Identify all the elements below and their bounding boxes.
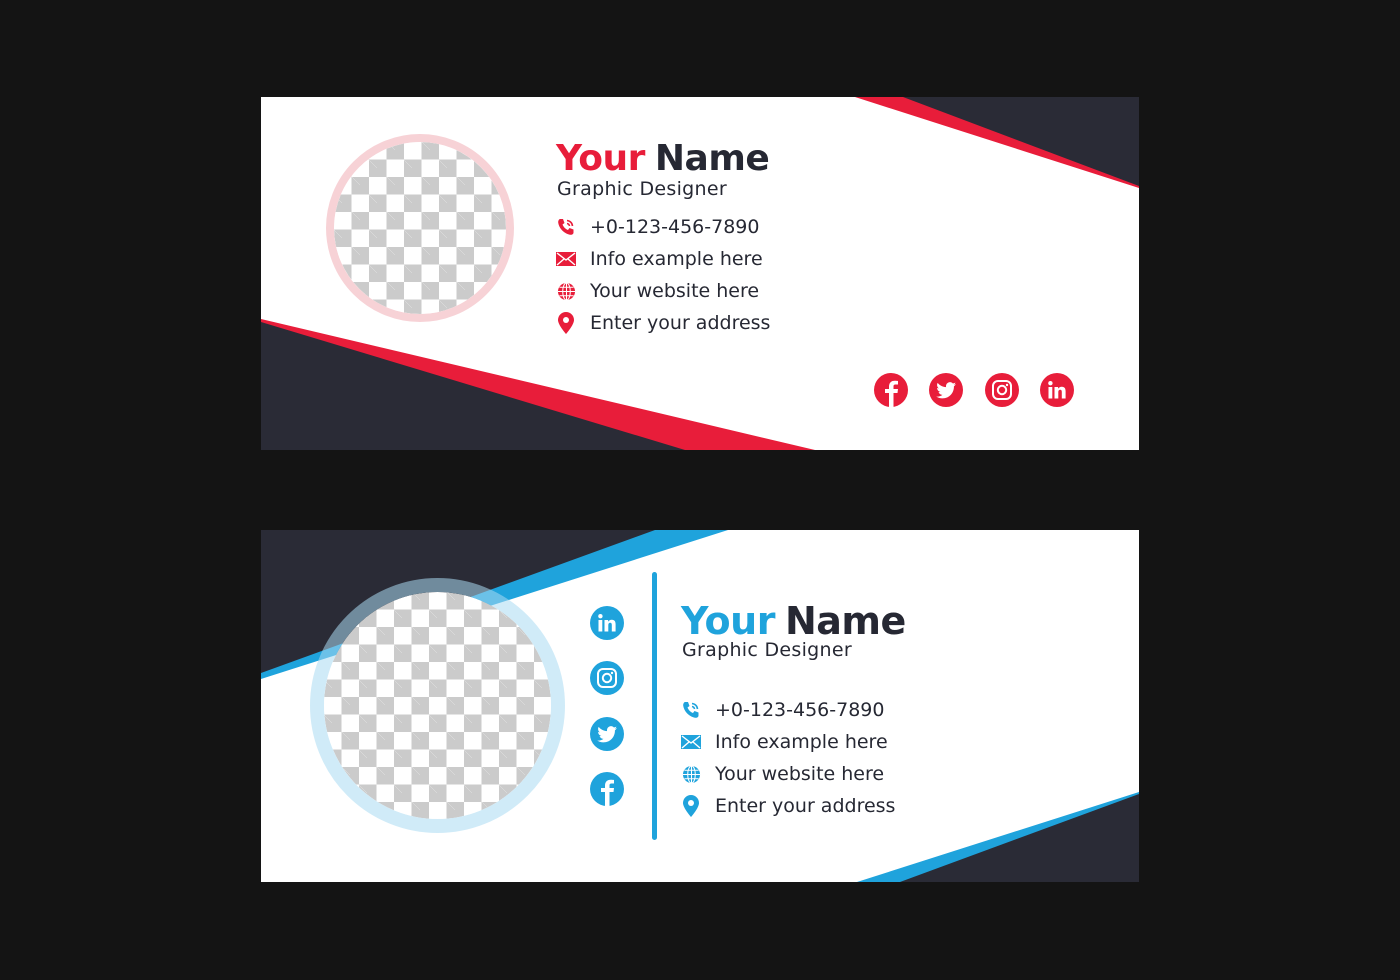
checkerboard-transparent-fill bbox=[324, 592, 551, 819]
contact-text: Your website here bbox=[715, 763, 885, 785]
instagram-button[interactable] bbox=[985, 373, 1019, 407]
profile-photo-placeholder[interactable] bbox=[326, 134, 514, 322]
job-title: Graphic Designer bbox=[682, 639, 852, 661]
twitter-icon bbox=[936, 381, 956, 398]
contact-text: +0-123-456-7890 bbox=[715, 699, 885, 721]
instagram-icon bbox=[597, 668, 617, 688]
contact-text: Info example here bbox=[715, 731, 888, 753]
email-icon bbox=[555, 249, 577, 269]
full-name: Your Name bbox=[681, 602, 906, 640]
email-signature-card-red: Your Name Graphic Designer +0-123-456-789… bbox=[261, 97, 1139, 450]
contact-address[interactable]: Enter your address bbox=[555, 307, 770, 339]
globe-icon bbox=[680, 764, 702, 784]
linkedin-button[interactable] bbox=[590, 606, 624, 640]
twitter-button[interactable] bbox=[590, 717, 624, 751]
linkedin-icon bbox=[598, 614, 616, 632]
contact-email[interactable]: Info example here bbox=[555, 243, 770, 275]
first-name: Your bbox=[681, 599, 775, 643]
twitter-button[interactable] bbox=[929, 373, 963, 407]
contact-text: +0-123-456-7890 bbox=[590, 216, 760, 238]
contact-phone[interactable]: +0-123-456-7890 bbox=[555, 211, 770, 243]
facebook-icon bbox=[601, 779, 614, 806]
contact-text: Enter your address bbox=[715, 795, 896, 817]
contact-list: +0-123-456-7890 Info example here Your w… bbox=[555, 211, 770, 339]
contact-phone[interactable]: +0-123-456-7890 bbox=[680, 694, 895, 726]
globe-icon bbox=[555, 281, 577, 301]
contact-website[interactable]: Your website here bbox=[680, 758, 895, 790]
first-name: Your bbox=[556, 138, 645, 179]
contact-text: Enter your address bbox=[590, 312, 771, 334]
contact-email[interactable]: Info example here bbox=[680, 726, 895, 758]
linkedin-icon bbox=[1048, 381, 1066, 399]
location-pin-icon bbox=[555, 312, 577, 334]
profile-photo-placeholder[interactable] bbox=[310, 578, 565, 833]
twitter-icon bbox=[597, 725, 617, 742]
email-icon bbox=[680, 732, 702, 752]
contact-text: Info example here bbox=[590, 248, 763, 270]
facebook-button[interactable] bbox=[590, 772, 624, 806]
checkerboard-transparent-fill bbox=[334, 142, 506, 314]
phone-icon bbox=[680, 700, 702, 720]
phone-icon bbox=[555, 217, 577, 237]
contact-list: +0-123-456-7890 Info example here Your w… bbox=[680, 694, 895, 822]
vertical-divider bbox=[652, 572, 657, 840]
linkedin-button[interactable] bbox=[1040, 373, 1074, 407]
last-name: Name bbox=[654, 138, 770, 179]
contact-website[interactable]: Your website here bbox=[555, 275, 770, 307]
location-pin-icon bbox=[680, 795, 702, 817]
contact-address[interactable]: Enter your address bbox=[680, 790, 895, 822]
full-name: Your Name bbox=[556, 138, 770, 179]
instagram-icon bbox=[992, 380, 1012, 400]
facebook-icon bbox=[885, 380, 898, 407]
email-signature-card-blue: Your Name Graphic Designer +0-123-456-789… bbox=[261, 530, 1139, 882]
job-title: Graphic Designer bbox=[557, 178, 727, 200]
contact-text: Your website here bbox=[590, 280, 760, 302]
last-name: Name bbox=[784, 599, 906, 643]
facebook-button[interactable] bbox=[874, 373, 908, 407]
instagram-button[interactable] bbox=[590, 661, 624, 695]
